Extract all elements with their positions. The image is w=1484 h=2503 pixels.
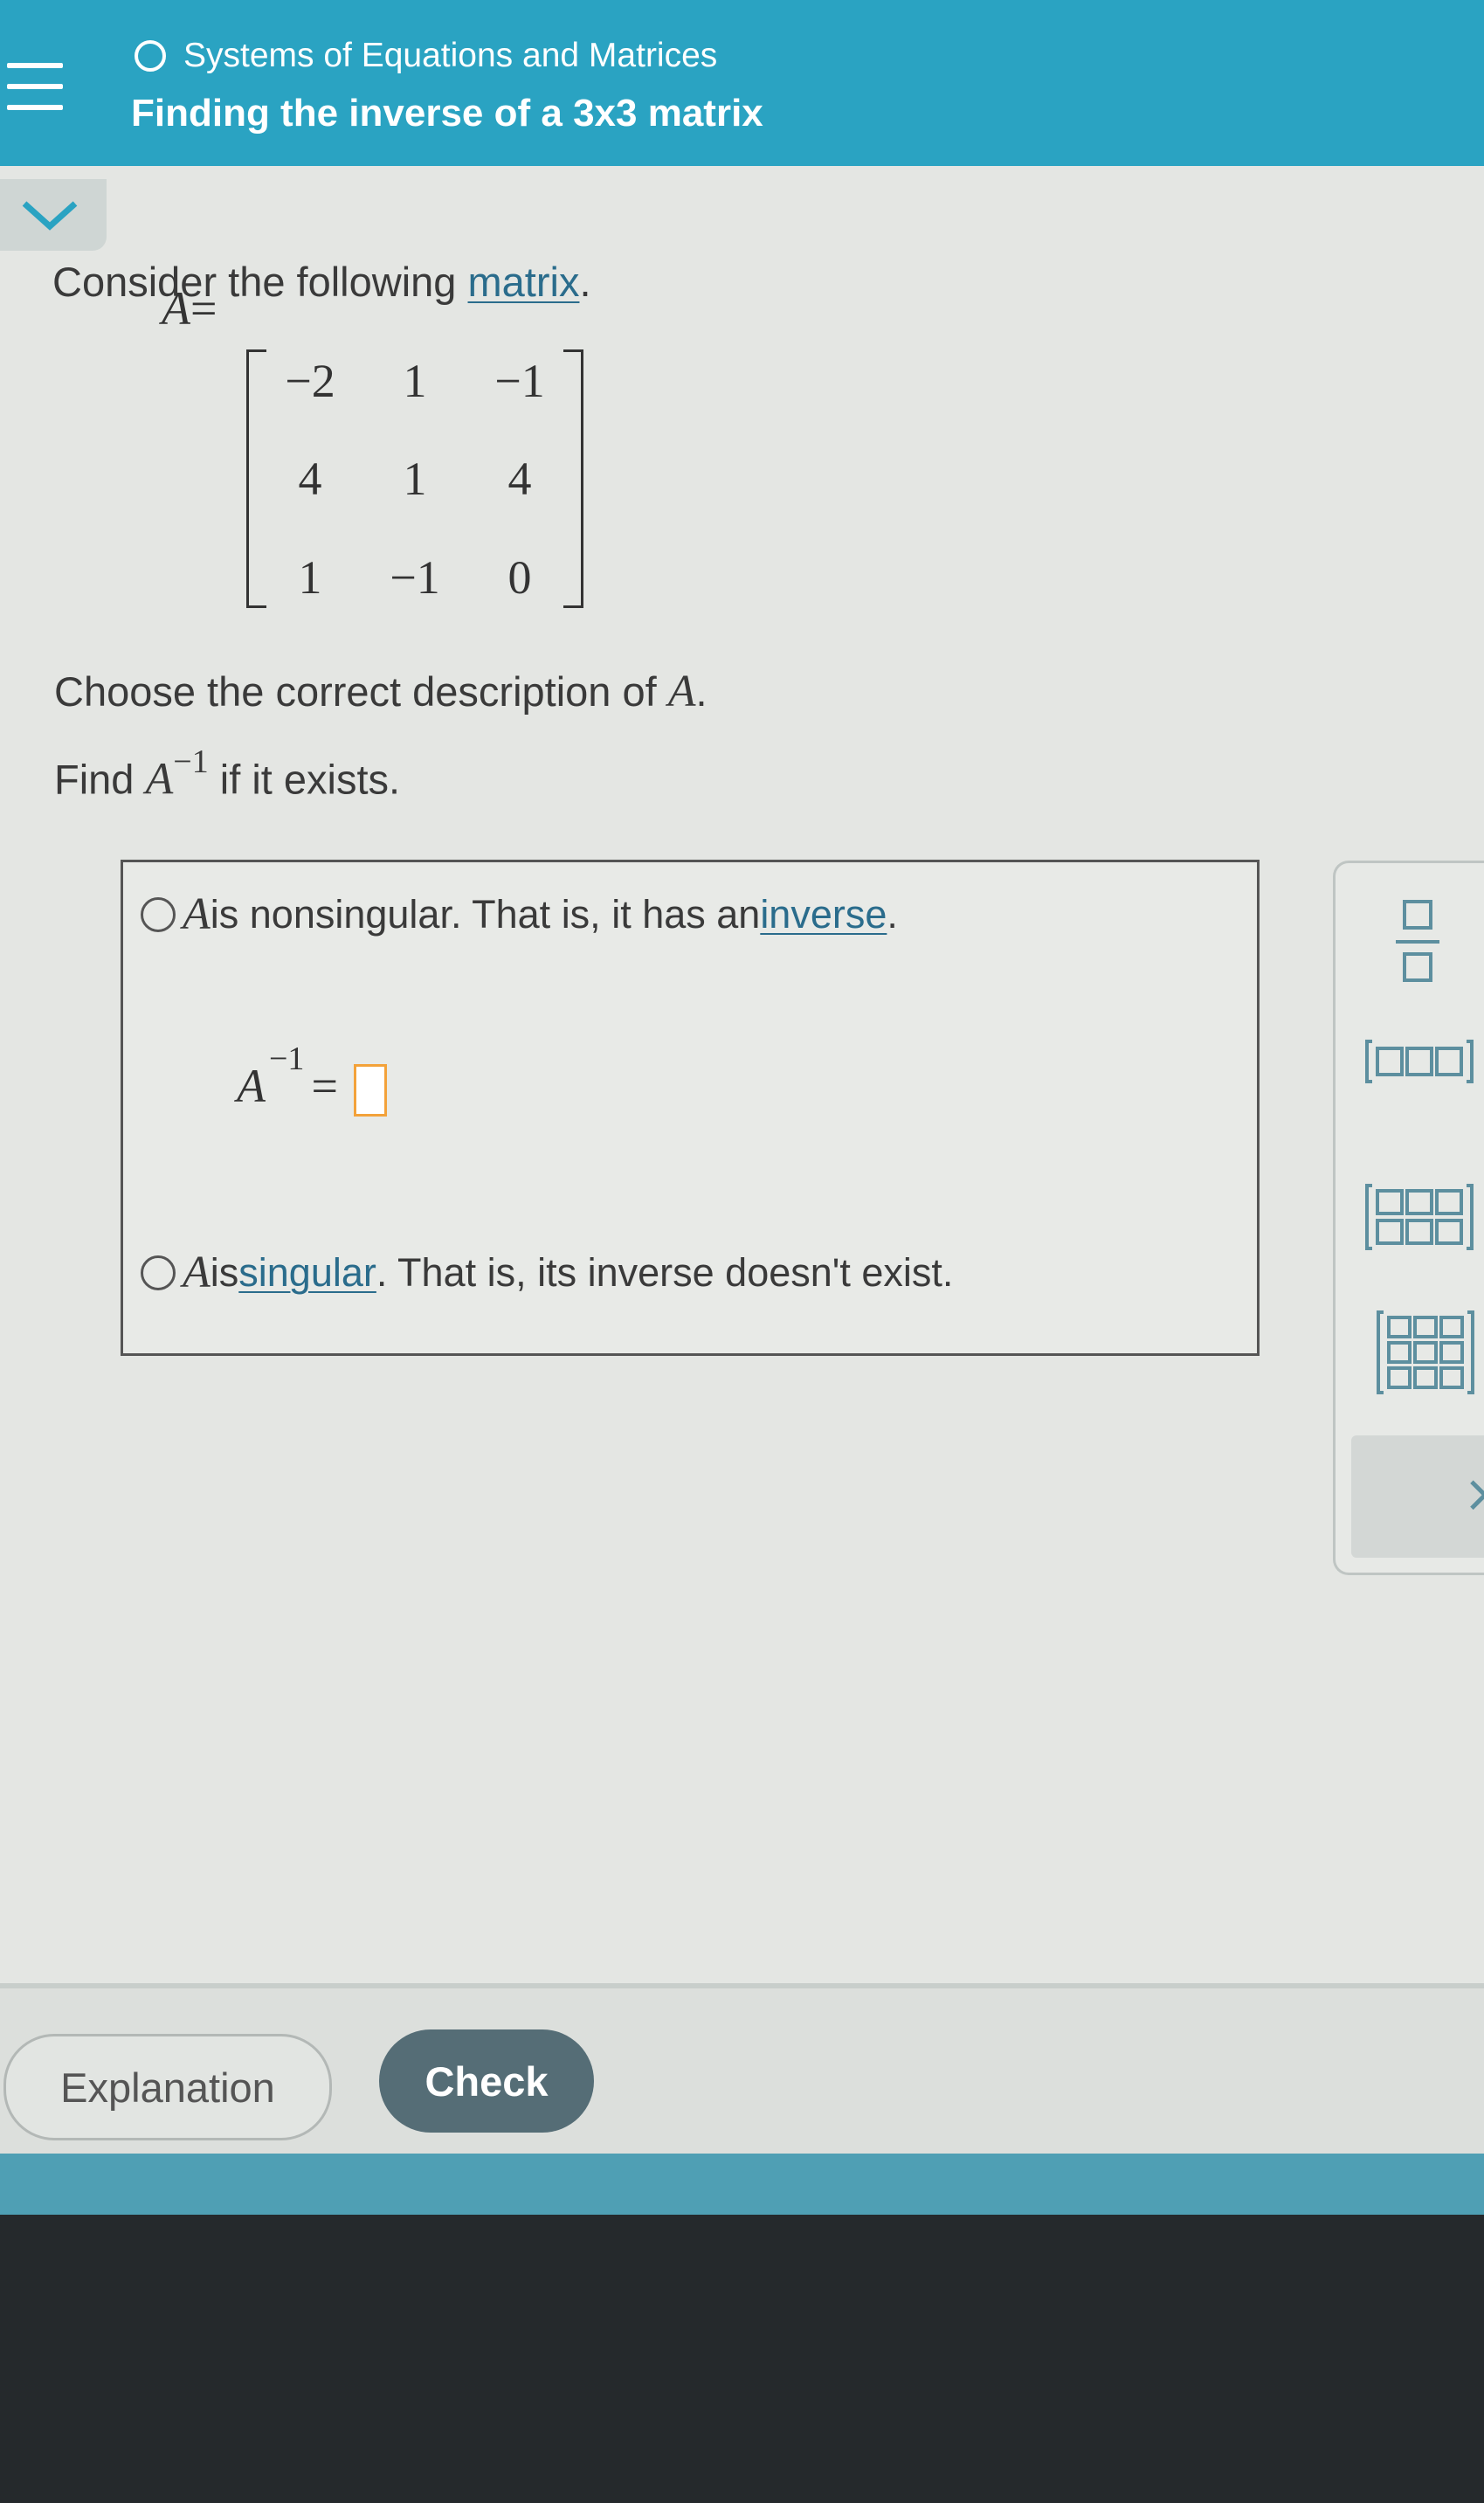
inverse-equation: A −1 = bbox=[237, 1041, 387, 1117]
option-nonsingular[interactable]: A is nonsingular. That is, it has an inv… bbox=[141, 888, 898, 940]
matrix-cell: 1 bbox=[298, 551, 322, 604]
option-text: is bbox=[210, 1249, 239, 1295]
topic-title: Systems of Equations and Matrices bbox=[183, 37, 718, 74]
find-end: if it exists. bbox=[208, 756, 401, 803]
find-text: Find bbox=[54, 756, 146, 803]
menu-icon[interactable] bbox=[7, 63, 63, 114]
topic-progress-icon bbox=[135, 40, 166, 72]
header-bar: Systems of Equations and Matrices Findin… bbox=[0, 0, 1484, 166]
inverse-sup: −1 bbox=[269, 1041, 305, 1077]
inverse-link[interactable]: inverse bbox=[760, 892, 887, 937]
matrix-link[interactable]: matrix bbox=[468, 259, 580, 305]
topic-row[interactable]: Systems of Equations and Matrices bbox=[135, 37, 717, 75]
option-text: is nonsingular. That is, it has an bbox=[210, 891, 761, 937]
matrix-cell: 1 bbox=[403, 355, 427, 407]
matrix-cell: −2 bbox=[285, 355, 335, 407]
chevron-down-icon bbox=[22, 201, 78, 231]
matrix-cell: −1 bbox=[390, 551, 440, 604]
device-bezel bbox=[0, 2215, 1484, 2503]
singular-link[interactable]: singular bbox=[238, 1250, 376, 1296]
inverse-equals: = bbox=[311, 1060, 338, 1112]
inverse-var: A bbox=[237, 1060, 266, 1112]
choose-var: A bbox=[667, 667, 696, 716]
inverse-answer-input[interactable] bbox=[353, 1064, 387, 1117]
intro-end: . bbox=[579, 259, 591, 305]
explanation-button[interactable]: Explanation bbox=[3, 2034, 332, 2140]
option-var: A bbox=[183, 889, 211, 939]
intro-text: Consider the following bbox=[52, 259, 468, 305]
radio-nonsingular[interactable] bbox=[141, 896, 176, 932]
matrix-cell: 4 bbox=[298, 453, 322, 505]
clear-button[interactable]: × bbox=[1351, 1435, 1484, 1558]
find-sup: −1 bbox=[173, 743, 209, 780]
intro-sentence: Consider the following matrix. bbox=[52, 258, 591, 306]
option-end: . That is, its inverse doesn't exist. bbox=[376, 1249, 954, 1295]
choose-end: . bbox=[695, 668, 707, 715]
close-icon: × bbox=[1463, 1463, 1484, 1525]
check-button[interactable]: Check bbox=[379, 2029, 594, 2133]
matrix-cell: 1 bbox=[403, 453, 427, 505]
matrix-label: A= bbox=[162, 281, 217, 335]
bottom-strip bbox=[0, 2154, 1484, 2215]
find-sentence: Find A−1 if it exists. bbox=[54, 743, 401, 806]
matrix-cell: −1 bbox=[494, 355, 545, 407]
find-var: A bbox=[145, 754, 174, 805]
option-end: . bbox=[887, 891, 898, 937]
matrix-equals: = bbox=[190, 282, 217, 335]
lesson-title: Finding the inverse of a 3x3 matrix bbox=[131, 92, 763, 135]
option-var: A bbox=[183, 1248, 211, 1297]
choose-text: Choose the correct description of bbox=[54, 668, 668, 715]
matrix-2x3-icon[interactable] bbox=[1363, 1182, 1477, 1252]
radio-singular[interactable] bbox=[141, 1255, 176, 1290]
choose-sentence: Choose the correct description of A. bbox=[54, 666, 707, 717]
math-palette: × bbox=[1333, 861, 1484, 1575]
answer-box: A is nonsingular. That is, it has an inv… bbox=[121, 860, 1260, 1356]
row-matrix-icon[interactable] bbox=[1363, 1038, 1477, 1085]
matrix-name: A bbox=[162, 282, 190, 335]
collapse-button[interactable] bbox=[0, 179, 107, 251]
matrix-cell: 4 bbox=[507, 453, 532, 505]
option-singular[interactable]: A is singular. That is, its inverse does… bbox=[141, 1247, 953, 1298]
matrix-cell: 0 bbox=[507, 551, 532, 604]
matrix-3x3-icon[interactable] bbox=[1375, 1309, 1480, 1396]
fraction-icon[interactable] bbox=[1392, 898, 1445, 985]
